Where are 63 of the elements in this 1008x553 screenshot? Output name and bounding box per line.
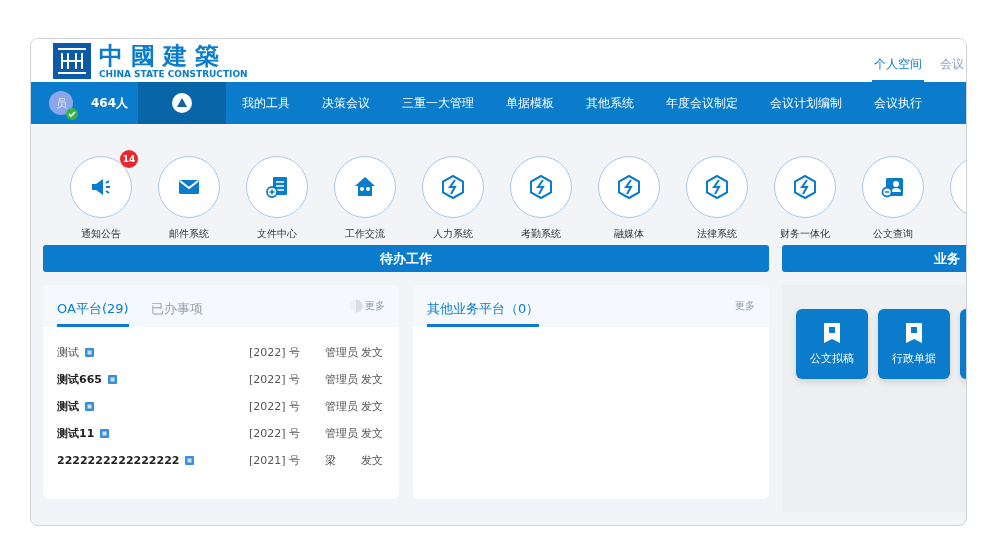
task-title[interactable]: 测试665 bbox=[57, 372, 102, 387]
task-title[interactable]: 测试11 bbox=[57, 426, 95, 441]
bookmark-icon bbox=[905, 322, 923, 344]
app-label: 融媒体 bbox=[614, 227, 644, 241]
panel-tab[interactable]: 其他业务平台（0） bbox=[427, 300, 540, 327]
nav-item[interactable]: 单据模板 bbox=[490, 82, 571, 124]
document-number: [2022] 号 bbox=[249, 372, 302, 387]
app-label: 法律系统 bbox=[697, 227, 737, 241]
nav-item[interactable]: 会议计划编制 bbox=[754, 82, 859, 124]
task-author: 管理员 bbox=[325, 345, 359, 360]
task-type: 发文 bbox=[361, 426, 384, 441]
task-author: 管理员 bbox=[325, 372, 359, 387]
task-author: 管理员 bbox=[325, 426, 359, 441]
logo-icon bbox=[53, 42, 91, 79]
more-link[interactable]: 更多 bbox=[735, 299, 755, 313]
home-tab[interactable] bbox=[138, 82, 227, 124]
user-count: 464人 bbox=[91, 94, 129, 112]
document-number: [2021] 号 bbox=[249, 453, 302, 468]
document-icon bbox=[185, 456, 195, 465]
task-type: 发文 bbox=[361, 372, 384, 387]
section-header: 待办工作 bbox=[43, 245, 769, 272]
task-type: 发文 bbox=[361, 399, 384, 414]
logo-subtitle: CHINA STATE CONSTRUCTION bbox=[99, 68, 248, 79]
app-label: 公文查询 bbox=[873, 227, 913, 241]
document-number: [2022] 号 bbox=[249, 345, 302, 360]
task-author: 梁 bbox=[325, 453, 337, 468]
nav-item[interactable]: 年度会议制定 bbox=[650, 82, 755, 124]
check-icon bbox=[66, 108, 78, 120]
task-title[interactable]: 2222222222222222 bbox=[57, 454, 180, 467]
more-link[interactable]: 更多 bbox=[349, 299, 385, 313]
app-label: 文件中心 bbox=[257, 227, 297, 241]
header-tab[interactable]: 会议 bbox=[938, 56, 966, 82]
app-tile[interactable]: 公文拟稿 bbox=[796, 309, 868, 379]
task-type: 发文 bbox=[361, 453, 384, 468]
half-circle-icon bbox=[349, 299, 363, 313]
document-icon bbox=[107, 375, 117, 384]
panel-tab[interactable]: OA平台(29) bbox=[57, 300, 129, 327]
app-tile[interactable]: 行政单据 bbox=[878, 309, 950, 379]
bookmark-icon bbox=[823, 322, 841, 344]
nav-item[interactable]: 会议执行 bbox=[858, 82, 939, 124]
nav-item[interactable]: 我的工具 bbox=[226, 82, 307, 124]
nav-item[interactable]: 其他系统 bbox=[570, 82, 651, 124]
task-title[interactable]: 测试 bbox=[57, 345, 79, 360]
task-author: 管理员 bbox=[325, 399, 359, 414]
app-label: 人力系统 bbox=[433, 227, 473, 241]
document-number: [2022] 号 bbox=[249, 426, 302, 441]
app-label: 考勤系统 bbox=[521, 227, 561, 241]
logo-text: 中國建築 bbox=[99, 42, 228, 69]
task-type: 发文 bbox=[361, 345, 384, 360]
document-icon bbox=[85, 348, 94, 357]
nav-item[interactable]: 决策会议 bbox=[306, 82, 387, 124]
document-number: [2022] 号 bbox=[249, 399, 302, 414]
app-label: 通知公告 bbox=[81, 227, 121, 241]
nav-item[interactable]: 三重一大管理 bbox=[386, 82, 491, 124]
document-icon bbox=[100, 429, 110, 438]
document-icon bbox=[85, 402, 94, 411]
app-label: 财务一体化 bbox=[780, 227, 830, 241]
task-title[interactable]: 测试 bbox=[57, 399, 79, 414]
app-label: 工作交流 bbox=[345, 227, 385, 241]
panel-tab[interactable]: 已办事项 bbox=[150, 300, 203, 327]
section-header: 业务 bbox=[782, 245, 966, 272]
notification-badge: 14 bbox=[120, 150, 138, 168]
app-label: 邮件系统 bbox=[169, 227, 209, 241]
